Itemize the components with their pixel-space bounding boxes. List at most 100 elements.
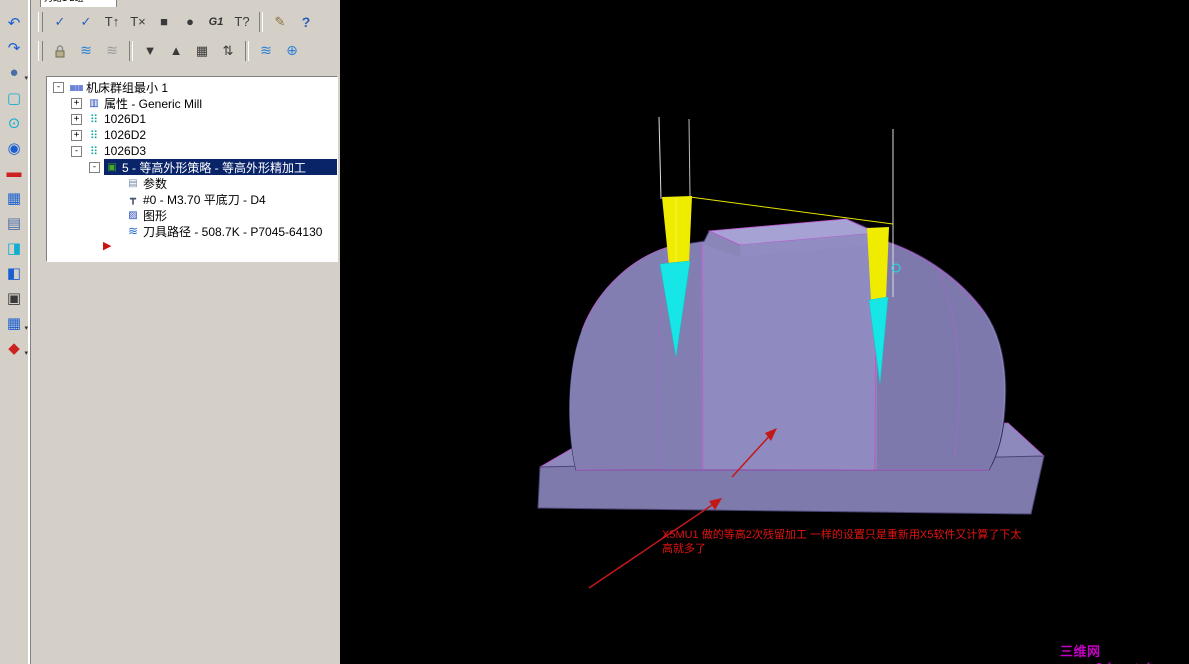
toolpath-group-icon: ⠿ [89, 113, 99, 126]
properties-icon: ▥ [89, 97, 99, 109]
plane-button[interactable]: ▢ [0, 85, 28, 110]
tree-row-group-1026d1[interactable]: + ⠿ 1026D1 [47, 111, 337, 127]
cylinder-icon: ⊙ [7, 114, 21, 132]
options-circle-icon: ⊕ [286, 42, 298, 58]
expand-box-icon[interactable]: + [71, 129, 82, 141]
window-button[interactable]: ▣ [0, 285, 28, 310]
collapse-box-icon[interactable]: - [89, 161, 100, 173]
expand-icon: ▲ [169, 43, 183, 58]
separator [129, 40, 133, 61]
mastercam-window: ↶ ↷ ●▾ ▢ ⊙ ◉ ▬ ▦ ▤ ◨ ◧ ▣ ▦▾ ◆▾ 刀路1 2组 ✓ … [0, 0, 1189, 664]
annotation-text: X5MU1 做的等高2次残留加工 一样的设置只是重新用X5软件又计算了下太 高就… [662, 528, 1021, 556]
grid-button[interactable]: ▦ [0, 185, 28, 210]
tree-row-geometry[interactable]: ▨ 图形 [47, 207, 337, 223]
lock-icon [55, 44, 65, 57]
shade-left-icon: ◧ [6, 264, 22, 282]
tree-row-group-1026d3[interactable]: - ⠿ 1026D3 [47, 143, 337, 159]
expand-box-icon[interactable]: + [71, 97, 82, 109]
operations-toolbar-2: ≋ ≋ ▼ ▲ ▦ ⇅ ≋ ⊕ [34, 36, 340, 65]
layers-button[interactable]: ▤ [0, 210, 28, 235]
expand-all-button[interactable]: ▲ [163, 38, 189, 64]
tree-label: 1026D2 [104, 128, 147, 142]
select-none-operations-button[interactable]: ✓ [73, 9, 99, 35]
tree-label: 机床群组最小 1 [86, 80, 169, 95]
toolpath-group-icon: ⠿ [89, 145, 99, 158]
block-button[interactable]: ▬ [0, 160, 28, 185]
regen-dirty-icon: T× [130, 14, 146, 29]
chevron-down-icon: ▾ [24, 325, 28, 332]
undo-button[interactable]: ↶ [0, 10, 28, 35]
gnomon-sphere-icon: ● [9, 64, 19, 81]
regenerate-selected-button[interactable]: T↑ [99, 9, 125, 35]
regenerate-dirty-button[interactable]: T× [125, 9, 151, 35]
separator [245, 40, 249, 61]
wire-line [688, 118, 691, 197]
shade-right-button[interactable]: ◨ [0, 235, 28, 260]
chevron-down-icon: ▾ [24, 75, 28, 82]
insert-arrow-marker[interactable]: ▶ [103, 241, 337, 252]
tree-label: 5 - 等高外形策略 - 等高外形精加工 [122, 160, 307, 175]
backplot-button[interactable]: ■ [151, 9, 177, 35]
tool-icon: ┳ [129, 193, 137, 205]
redo-button[interactable]: ↷ [0, 35, 28, 60]
layers-icon: ▤ [6, 214, 22, 232]
expand-box-icon[interactable]: + [71, 113, 82, 125]
operation-folder-icon: ▣ [107, 161, 117, 173]
toggle-rapid-display-button[interactable]: ≋ [99, 38, 125, 64]
collapse-all-button[interactable]: ▼ [137, 38, 163, 64]
edit-operations-button[interactable]: ✎ [267, 9, 293, 35]
select-all-operations-button[interactable]: ✓ [47, 9, 73, 35]
toolpath-display-button[interactable]: ≋ [253, 38, 279, 64]
toggle-toolpath-display-button[interactable]: ≋ [73, 38, 99, 64]
tree-row-tool[interactable]: ┳ #0 - M3.70 平底刀 - D4 [47, 191, 337, 207]
toolpath-manager-tree: - ▦▦ 机床群组最小 1 + ▥ 属性 - Generic Mill + ⠿ … [46, 76, 338, 262]
lock-operations-button[interactable] [47, 38, 73, 64]
display-options-button[interactable]: ▦ [189, 38, 215, 64]
gnomon-button[interactable]: ● ▾ [0, 60, 28, 85]
graphics-viewport[interactable]: X5MU1 做的等高2次残留加工 一样的设置只是重新用X5软件又计算了下太 高就… [340, 0, 1189, 664]
annotation-line-1: X5MU1 做的等高2次残留加工 一样的设置只是重新用X5软件又计算了下太 [662, 529, 1022, 541]
post-button[interactable]: G1 [203, 9, 229, 35]
tree-label: #0 - M3.70 平底刀 - D4 [143, 192, 266, 207]
collapse-box-icon[interactable]: - [71, 145, 82, 157]
tree-row-properties[interactable]: + ▥ 属性 - Generic Mill [47, 95, 337, 111]
check-clear-icon: ✓ [80, 13, 92, 29]
geometry-icon: ▨ [128, 209, 138, 221]
selected-operation[interactable]: ▣ 5 - 等高外形策略 - 等高外形精加工 [104, 159, 337, 175]
annotation-line-2: 高就多了 [662, 543, 706, 555]
up-down-icon: ⇅ [222, 42, 234, 58]
undo-icon: ↶ [7, 14, 21, 32]
tree-row-toolpath-file[interactable]: ≋ 刀具路径 - 508.7K - P7045-64130 [47, 223, 337, 239]
toolpath-wave-icon: ≋ [80, 42, 92, 58]
collapse-icon: ▼ [143, 43, 157, 58]
delete-icon: ◆ [8, 339, 20, 357]
manager-options-button[interactable]: ⊕ [279, 38, 305, 64]
move-insert-arrow-button[interactable]: ⇅ [215, 38, 241, 64]
toolpath-group-combo[interactable]: 刀路1 2组 [40, 0, 117, 7]
grid-icon: ▦ [6, 189, 22, 207]
drag-handle[interactable] [38, 11, 43, 32]
tree-row-machine-group[interactable]: - ▦▦ 机床群组最小 1 [47, 79, 337, 95]
sphere-button[interactable]: ◉ [0, 135, 28, 160]
redo-icon: ↷ [7, 39, 21, 57]
toolpath-config-button[interactable]: T? [229, 9, 255, 35]
tree-label: 参数 [143, 176, 168, 191]
mold-center-face [702, 244, 877, 470]
shade-left-button[interactable]: ◧ [0, 260, 28, 285]
regen-selected-icon: T↑ [104, 14, 120, 29]
collapse-box-icon[interactable]: - [53, 81, 64, 93]
post-g1-icon: G1 [208, 15, 224, 28]
drag-handle[interactable] [38, 40, 43, 61]
help-button[interactable]: ? [293, 9, 319, 35]
tree-row-group-1026d2[interactable]: + ⠿ 1026D2 [47, 127, 337, 143]
tree-label: 刀具路径 - 508.7K - P7045-64130 [143, 224, 323, 239]
views-button[interactable]: ▦ ▾ [0, 310, 28, 335]
rapid-move-line [689, 196, 894, 225]
verify-button[interactable]: ● [177, 9, 203, 35]
clipped-toolbar: 刀路1 2组 [34, 0, 340, 7]
tree-row-parameters[interactable]: ▤ 参数 [47, 175, 337, 191]
delete-button[interactable]: ◆ ▾ [0, 335, 28, 360]
cylinder-button[interactable]: ⊙ [0, 110, 28, 135]
tree-row-operation-5[interactable]: - ▣ 5 - 等高外形策略 - 等高外形精加工 [47, 159, 337, 175]
separator [259, 11, 263, 32]
